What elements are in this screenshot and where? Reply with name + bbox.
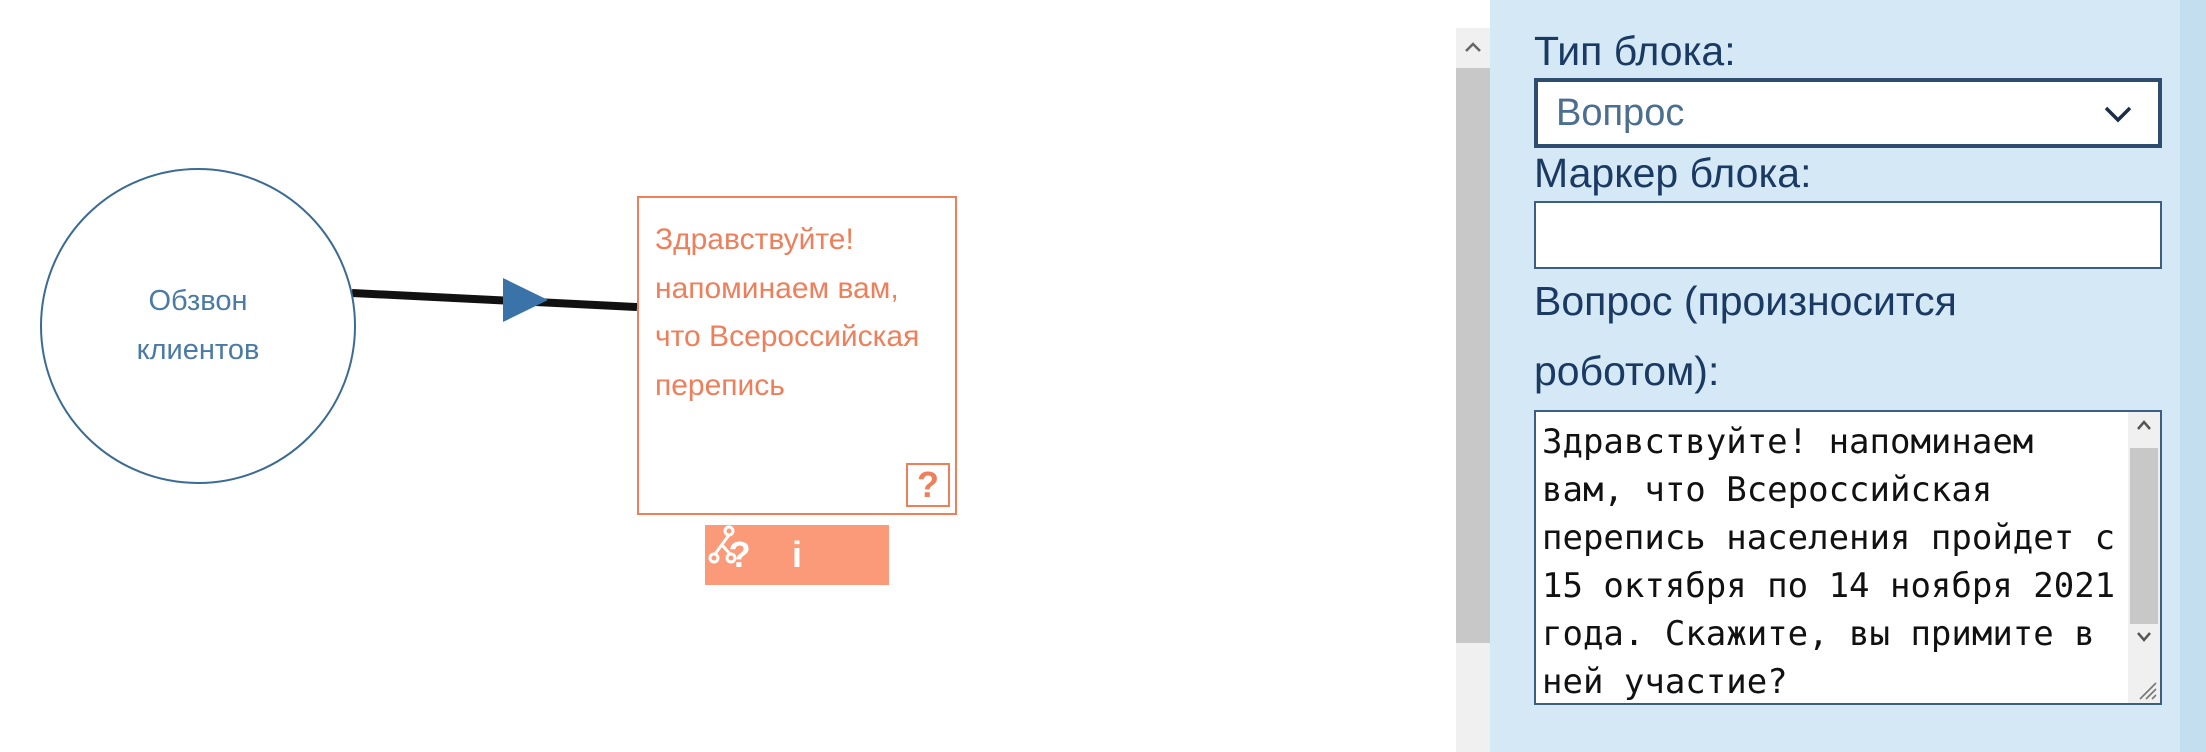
textarea-scroll-down-icon[interactable] xyxy=(2128,626,2160,649)
properties-panel: Тип блока: Вопрос Маркер блока: Вопрос (… xyxy=(1490,0,2180,752)
start-node-label: Обзвон клиентов xyxy=(136,285,260,366)
textarea-scrollbar[interactable] xyxy=(2128,412,2160,703)
panel-edge xyxy=(2180,0,2206,752)
block-type-label: Тип блока: xyxy=(1534,28,1736,74)
canvas-scrollbar[interactable] xyxy=(1456,28,1490,752)
node-toolbar: ? i xyxy=(705,525,889,585)
block-type-select[interactable]: Вопрос xyxy=(1534,78,2162,148)
question-label-line2: роботом): xyxy=(1534,348,1720,394)
question-node[interactable]: Здравствуйте! напоминаем вам, что Всерос… xyxy=(637,196,957,515)
question-node-text: Здравствуйте! напоминаем вам, что Всерос… xyxy=(655,223,920,402)
question-textarea[interactable]: Здравствуйте! напоминаем вам, что Всерос… xyxy=(1534,410,2162,705)
info-button[interactable]: i xyxy=(772,534,822,576)
block-marker-input[interactable] xyxy=(1534,201,2162,269)
resize-grip-icon xyxy=(2139,682,2157,700)
question-label-line1: Вопрос (произносится xyxy=(1534,278,1957,324)
block-type-value: Вопрос xyxy=(1556,91,1685,134)
chevron-down-icon xyxy=(2104,106,2132,123)
textarea-scroll-up-icon[interactable] xyxy=(2128,414,2160,437)
scroll-thumb[interactable] xyxy=(1456,68,1490,643)
scroll-up-icon[interactable] xyxy=(1456,28,1490,66)
block-marker-label: Маркер блока: xyxy=(1534,150,1812,196)
question-textarea-content: Здравствуйте! напоминаем вам, что Всерос… xyxy=(1542,422,2136,702)
connector-line xyxy=(351,289,638,311)
start-node[interactable]: Обзвон клиентов xyxy=(40,168,356,484)
question-badge-icon: ? xyxy=(906,463,950,507)
branch-icon xyxy=(708,525,737,564)
flow-canvas[interactable]: Обзвон клиентов Здравствуйте! напоминаем… xyxy=(0,0,1456,752)
connector-arrow xyxy=(503,278,548,322)
textarea-scroll-thumb[interactable] xyxy=(2130,448,2158,624)
